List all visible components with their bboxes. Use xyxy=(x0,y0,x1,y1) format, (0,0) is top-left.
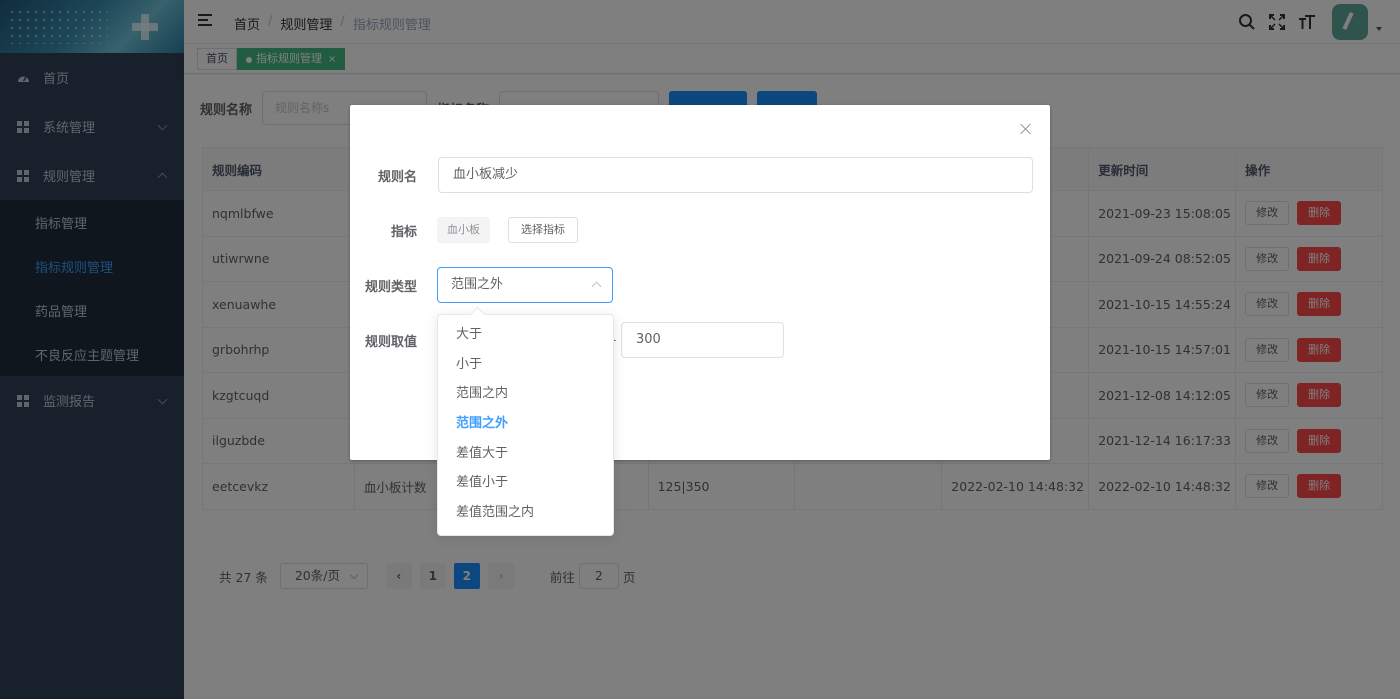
rule-name-label: 规则名 xyxy=(377,169,417,185)
option-diff-less[interactable]: 差值小于 xyxy=(438,468,613,498)
index-chip: 血小板 xyxy=(437,217,490,243)
select-index-button[interactable]: 选择指标 xyxy=(508,217,578,243)
option-greater-than[interactable]: 大于 xyxy=(438,320,613,350)
option-within-range[interactable]: 范围之内 xyxy=(438,379,613,409)
rule-name-row: 规则名 血小板减少 xyxy=(350,157,1033,193)
index-label: 指标 xyxy=(390,224,417,240)
close-icon[interactable] xyxy=(1020,123,1032,135)
rule-name-input[interactable]: 血小板减少 xyxy=(438,157,1033,193)
option-diff-greater[interactable]: 差值大于 xyxy=(438,439,613,469)
option-out-of-range[interactable]: 范围之外 xyxy=(438,409,613,439)
rule-type-dropdown: 大于 小于 范围之内 范围之外 差值大于 差值小于 差值范围之内 xyxy=(437,314,614,536)
index-row: 指标 血小板 选择指标 xyxy=(350,217,578,243)
rule-type-label: 规则类型 xyxy=(364,279,417,295)
range-max-input[interactable]: 300 xyxy=(621,322,784,358)
option-diff-within-range[interactable]: 差值范围之内 xyxy=(438,498,613,528)
rule-value-label: 规则取值 xyxy=(364,334,417,350)
rule-type-select[interactable]: 范围之外 xyxy=(437,267,613,303)
rule-type-row: 规则类型 范围之外 xyxy=(350,267,613,303)
option-less-than[interactable]: 小于 xyxy=(438,350,613,380)
